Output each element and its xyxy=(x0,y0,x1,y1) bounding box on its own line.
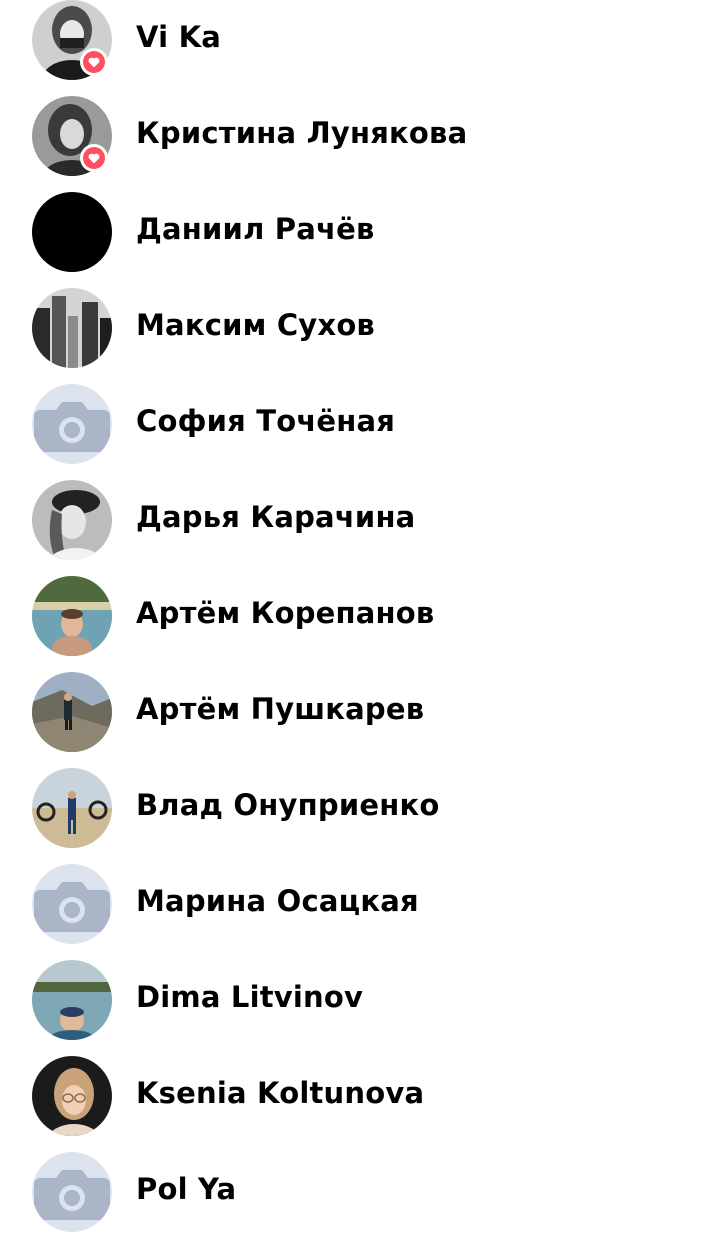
avatar[interactable] xyxy=(32,960,112,1040)
avatar[interactable] xyxy=(32,768,112,848)
avatar[interactable] xyxy=(32,1056,112,1136)
contact-name: Марина Осацкая xyxy=(136,884,419,918)
avatar[interactable] xyxy=(32,576,112,656)
avatar-placeholder[interactable] xyxy=(32,864,112,944)
avatar-placeholder[interactable] xyxy=(32,384,112,464)
contact-row[interactable]: Влад Онуприенко xyxy=(0,750,720,848)
avatar[interactable] xyxy=(32,480,112,560)
camera-icon xyxy=(34,402,110,452)
avatar[interactable] xyxy=(32,192,112,272)
contact-row[interactable]: Артём Пушкарев xyxy=(0,654,720,752)
contact-row[interactable]: Максим Сухов xyxy=(0,270,720,368)
heart-badge xyxy=(80,144,108,172)
contact-name: Dima Litvinov xyxy=(136,980,364,1014)
contact-row[interactable]: Ksenia Koltunova xyxy=(0,1038,720,1136)
avatar-placeholder[interactable] xyxy=(32,1152,112,1232)
contact-row[interactable]: Vi Ka xyxy=(0,0,720,80)
camera-icon xyxy=(34,882,110,932)
contacts-list: Vi Ka Кристина Лунякова Даниил Рачёв Мак… xyxy=(0,0,720,1232)
contact-row[interactable]: Даниил Рачёв xyxy=(0,174,720,272)
contact-row[interactable]: Марина Осацкая xyxy=(0,846,720,944)
contact-row[interactable]: Pol Ya xyxy=(0,1134,720,1232)
heart-icon xyxy=(88,57,100,67)
contact-name: Максим Сухов xyxy=(136,308,375,342)
contact-name: Влад Онуприенко xyxy=(136,788,440,822)
contact-name: Vi Ka xyxy=(136,20,222,54)
contact-name: Артём Пушкарев xyxy=(136,692,425,726)
contact-name: Pol Ya xyxy=(136,1172,237,1206)
contact-name: Кристина Лунякова xyxy=(136,116,468,150)
contact-name: Артём Корепанов xyxy=(136,596,435,630)
heart-icon xyxy=(88,153,100,163)
contact-row[interactable]: Артём Корепанов xyxy=(0,558,720,656)
contact-name: Даниил Рачёв xyxy=(136,212,375,246)
contact-name: Ksenia Koltunova xyxy=(136,1076,425,1110)
contact-row[interactable]: Дарья Карачина xyxy=(0,462,720,560)
contact-row[interactable]: Dima Litvinov xyxy=(0,942,720,1040)
contact-name: София Точёная xyxy=(136,404,396,438)
avatar[interactable] xyxy=(32,288,112,368)
contact-name: Дарья Карачина xyxy=(136,500,416,534)
contact-row[interactable]: Кристина Лунякова xyxy=(0,78,720,176)
avatar[interactable] xyxy=(32,672,112,752)
camera-icon xyxy=(34,1170,110,1220)
heart-badge xyxy=(80,48,108,76)
contact-row[interactable]: София Точёная xyxy=(0,366,720,464)
